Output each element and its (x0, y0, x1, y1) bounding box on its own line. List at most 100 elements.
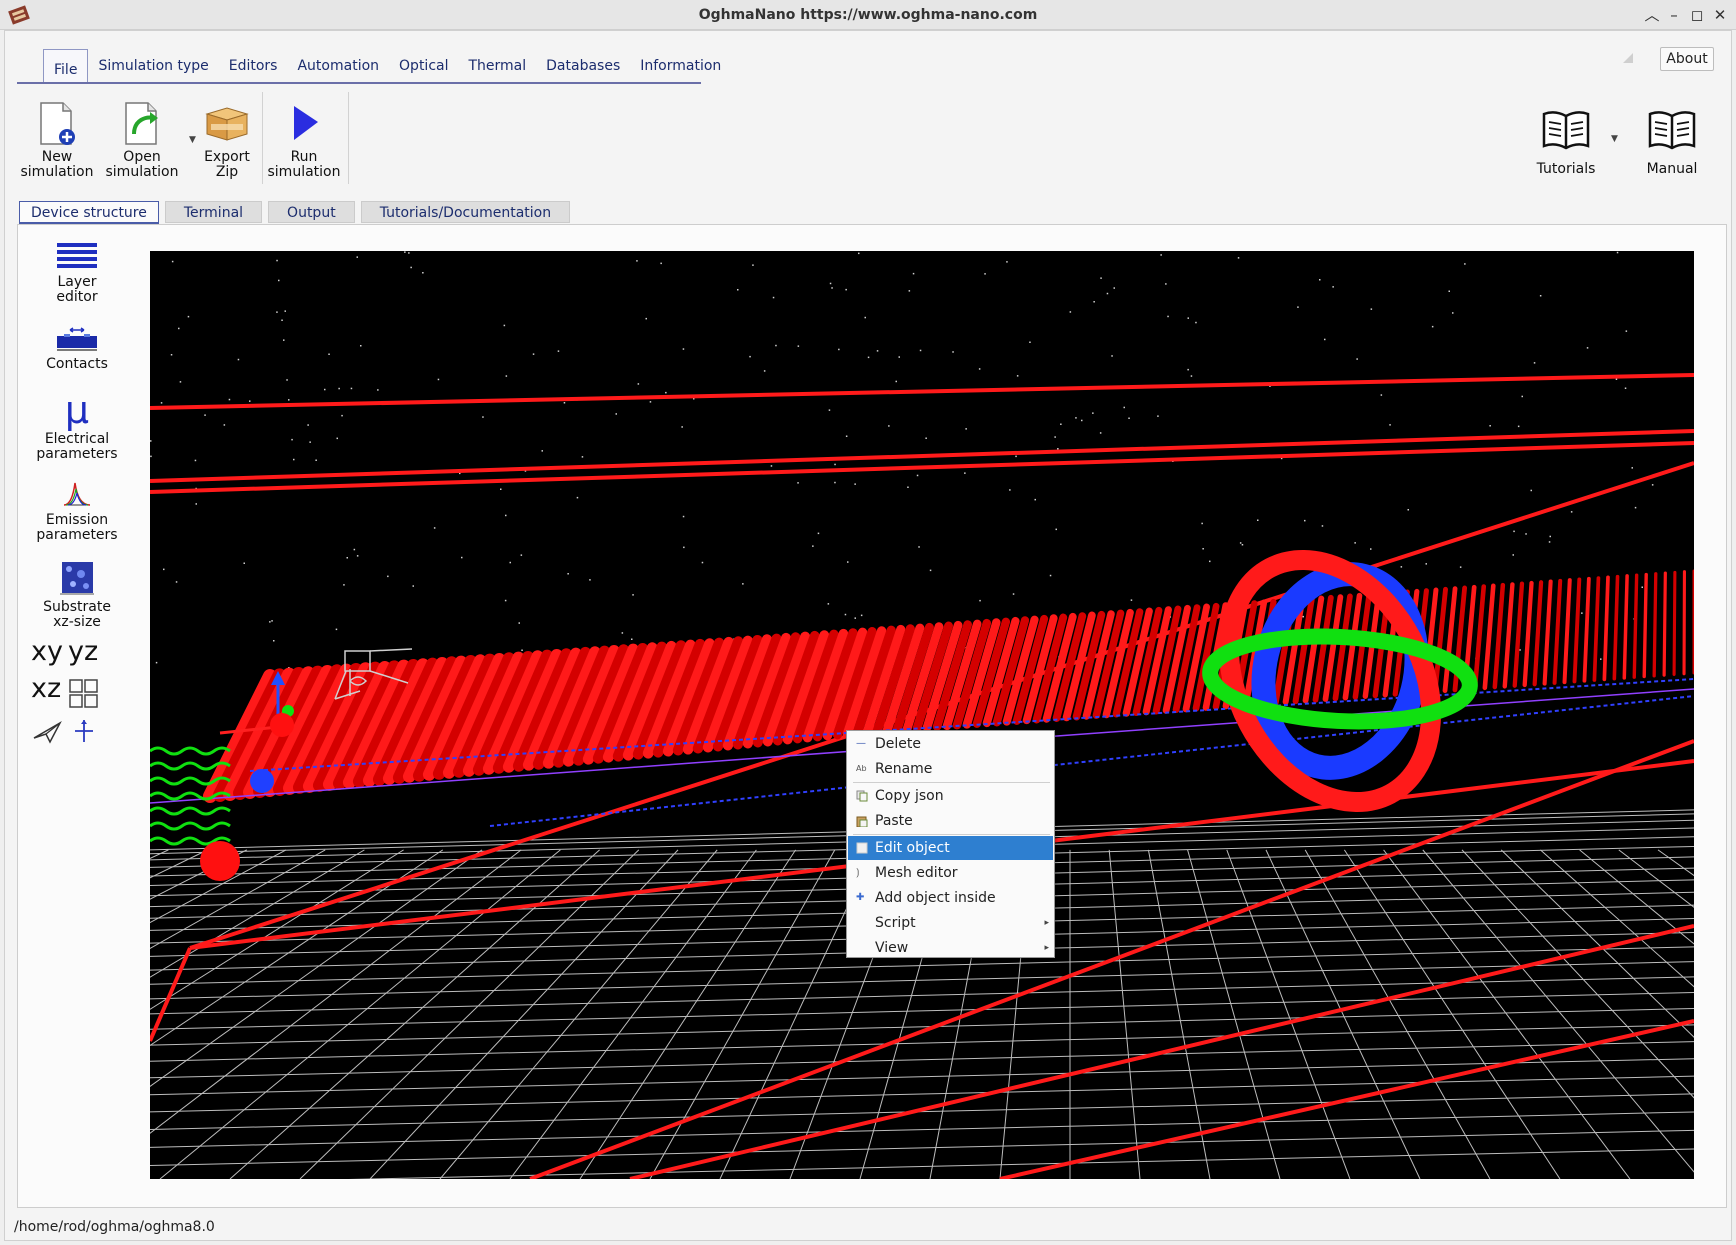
submenu-arrow-icon: ▸ (1044, 918, 1049, 928)
red-rod (1492, 582, 1506, 690)
new-simulation-label-1: New (41, 149, 73, 165)
3d-scene[interactable] (150, 251, 1694, 1179)
rename-icon: Ab (856, 764, 867, 773)
menu-separator (853, 782, 1050, 783)
star-field (150, 251, 1654, 672)
toolbar-separator (348, 92, 349, 184)
contacts-label: Contacts (46, 356, 108, 372)
tutorials-button[interactable]: Tutorials (1530, 108, 1602, 177)
menu-separator (853, 834, 1050, 835)
move-axes-icon[interactable] (72, 718, 96, 744)
view-xy-button[interactable]: xy (31, 636, 63, 667)
four-view-grid-icon[interactable] (68, 678, 100, 710)
tab-optical[interactable]: Optical (389, 49, 458, 83)
menu-item-rename[interactable]: Ab Rename (848, 757, 1053, 781)
substrate-xz-size-button[interactable]: Substrate xz-size (30, 560, 124, 630)
ribbon-divider (17, 82, 701, 84)
minimize-button[interactable]: – (1664, 4, 1684, 26)
close-button[interactable]: ✕ (1710, 4, 1730, 26)
box-icon (205, 107, 249, 141)
new-simulation-button[interactable]: New simulation (17, 100, 97, 180)
red-rod (1512, 581, 1525, 688)
substrate-label-2: xz-size (53, 614, 101, 630)
red-rod (1652, 572, 1658, 678)
view-xz-button[interactable]: xz (31, 673, 61, 704)
menu-item-script-label: Script (875, 915, 916, 931)
red-rod (1522, 580, 1534, 688)
tab-simulation-type[interactable]: Simulation type (88, 49, 218, 83)
red-rod (1502, 582, 1515, 689)
layers-icon (57, 243, 97, 268)
emission-parameters-button[interactable]: Emission parameters (30, 477, 124, 543)
mesh-icon: ⟯ (856, 867, 860, 878)
red-rod (1532, 580, 1544, 687)
book-icon (1542, 111, 1590, 150)
red-rod (1472, 584, 1487, 691)
menu-item-script[interactable]: Script ▸ (848, 911, 1053, 935)
menu-item-delete[interactable]: — Delete (848, 732, 1053, 756)
tab-information[interactable]: Information (630, 49, 731, 83)
export-zip-label-2: Zip (215, 164, 239, 180)
red-rod (1672, 570, 1677, 676)
electrical-parameters-label-2: parameters (36, 446, 118, 462)
open-simulation-dropdown-icon[interactable]: ▼ (189, 135, 196, 145)
electrical-parameters-button[interactable]: μ Electrical parameters (30, 390, 124, 462)
edit-icon (856, 842, 868, 854)
context-menu: — Delete Ab Rename Copy json Paste Edit … (846, 730, 1055, 958)
ribbon-tab-bar: File Simulation type Editors Automation … (43, 47, 731, 83)
contacts-icon (57, 327, 97, 351)
menu-item-copy-json[interactable]: Copy json (848, 784, 1053, 808)
tab-databases[interactable]: Databases (536, 49, 630, 83)
menu-item-paste-label: Paste (875, 813, 913, 829)
run-simulation-button[interactable]: Run simulation (264, 100, 344, 180)
red-rod (1662, 571, 1667, 677)
tab-output[interactable]: Output (268, 201, 355, 223)
run-simulation-label-2: simulation (267, 164, 341, 180)
tab-editors[interactable]: Editors (219, 49, 288, 83)
menu-item-add-object-inside-label: Add object inside (875, 890, 996, 906)
3d-viewport[interactable] (150, 251, 1694, 1179)
menu-item-view[interactable]: View ▸ (848, 936, 1053, 960)
menu-item-paste[interactable]: Paste (848, 809, 1053, 833)
manual-button[interactable]: Manual (1636, 108, 1708, 177)
tab-tutorials-documentation[interactable]: Tutorials/Documentation (360, 201, 571, 223)
paste-icon (856, 815, 868, 828)
play-icon (294, 106, 318, 140)
layer-editor-label-2: editor (56, 289, 98, 305)
new-file-icon (40, 102, 75, 145)
layer-editor-button[interactable]: Layer editor (30, 241, 124, 305)
maximize-button[interactable]: ◻ (1687, 4, 1707, 26)
red-rod (1612, 574, 1620, 681)
menu-item-mesh-editor[interactable]: ⟯ Mesh editor (848, 861, 1053, 885)
emission-spectrum-icon (63, 482, 91, 506)
book-icon (1648, 111, 1696, 150)
title-bar: OghmaNano https://www.oghma-nano.com ︿ –… (0, 0, 1736, 30)
view-yz-button[interactable]: yz (68, 636, 98, 667)
status-bar-path: /home/rod/oghma/oghma8.0 (14, 1219, 215, 1235)
tab-terminal[interactable]: Terminal (164, 201, 263, 223)
red-rod (1562, 578, 1572, 685)
about-button[interactable]: About (1660, 47, 1714, 71)
red-rod (1582, 576, 1591, 683)
substrate-icon (60, 562, 94, 595)
tab-automation[interactable]: Automation (287, 49, 389, 83)
toolbar-separator (262, 92, 263, 184)
red-rod (1482, 583, 1496, 691)
paper-plane-icon[interactable] (32, 720, 62, 744)
open-simulation-label-1: Open (123, 149, 161, 165)
export-zip-button[interactable]: Export Zip (196, 100, 258, 180)
tab-device-structure[interactable]: Device structure (19, 201, 159, 225)
red-rod (1542, 579, 1553, 686)
red-rod (1642, 572, 1648, 679)
tutorials-dropdown-icon[interactable]: ▼ (1611, 134, 1618, 144)
window-shade-button[interactable]: ︿ (1642, 4, 1662, 26)
tab-thermal[interactable]: Thermal (458, 49, 536, 83)
contacts-button[interactable]: Contacts (30, 327, 124, 372)
red-rod (1572, 577, 1582, 684)
tab-file[interactable]: File (43, 49, 89, 83)
menu-item-add-object-inside[interactable]: ✚ Add object inside (848, 886, 1053, 910)
menu-item-edit-object[interactable]: Edit object (848, 836, 1053, 860)
open-simulation-button[interactable]: Open simulation (102, 100, 182, 180)
tutorials-label: Tutorials (1536, 161, 1596, 177)
open-simulation-label-2: simulation (105, 164, 179, 180)
